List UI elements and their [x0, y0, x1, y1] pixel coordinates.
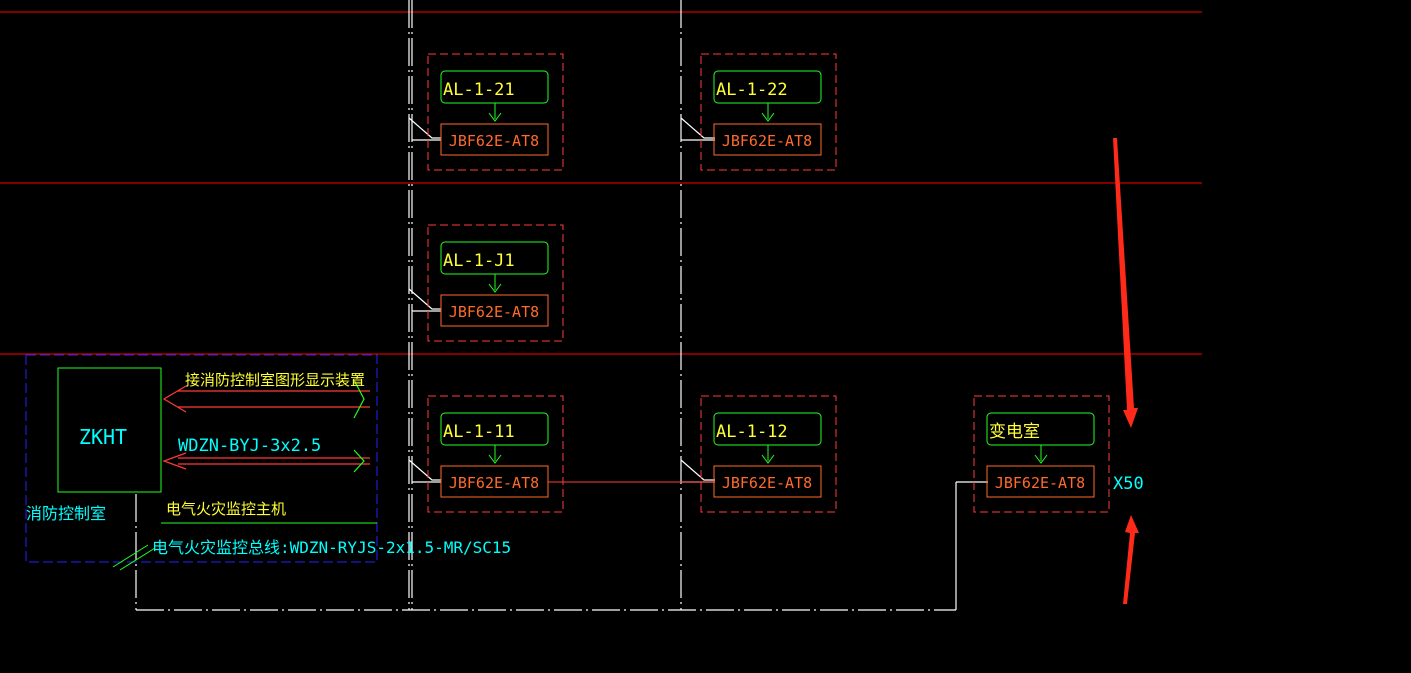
device-label: JBF62E-AT8 [449, 132, 539, 150]
branch-22 [680, 117, 715, 139]
device-label: JBF62E-AT8 [722, 132, 812, 150]
bus-label: 电气火灾监控总线:WDZN-RYJS-2x1.5-MR/SC15 [152, 538, 511, 557]
panel-label: 变电室 [989, 422, 1040, 442]
panel-6[interactable]: 变电室 JBF62E-AT8 [973, 395, 1110, 513]
arrow-down-icon [1034, 445, 1048, 464]
arrow-down-icon [488, 103, 502, 122]
zkht-host-label: ZKHT [79, 425, 127, 449]
panel-5[interactable]: AL-1-12 JBF62E-AT8 [700, 395, 837, 513]
control-room: ZKHT 消防控制室 接消防控制室图形显示装置 WDZN-BYJ-3x2.5 电… [25, 354, 511, 571]
branch-12 [680, 459, 715, 481]
device-label: JBF62E-AT8 [995, 474, 1085, 492]
branch-j1 [408, 288, 441, 310]
branch-21 [408, 117, 441, 139]
branch-11 [408, 459, 441, 481]
panel-2[interactable]: AL-1-22 JBF62E-AT8 [700, 53, 837, 171]
annotation-arrow-icon [1113, 138, 1138, 428]
panel-label: AL-1-J1 [443, 251, 515, 271]
device-label: JBF62E-AT8 [722, 474, 812, 492]
panel-4[interactable]: AL-1-11 JBF62E-AT8 [427, 395, 564, 513]
annotation-arrow-icon [1123, 515, 1139, 604]
device-label: JBF62E-AT8 [449, 303, 539, 321]
panel-label: AL-1-12 [716, 422, 788, 442]
power-cable-label: WDZN-BYJ-3x2.5 [178, 436, 321, 456]
scale-note: X50 [1113, 474, 1144, 494]
control-room-label: 消防控制室 [26, 504, 106, 523]
cad-drawing: AL-1-21JBF62E-AT8AL-1-22JBF62E-AT8AL-1-J… [0, 0, 1202, 611]
panel-3[interactable]: AL-1-J1 JBF62E-AT8 [427, 224, 564, 342]
arrow-down-icon [488, 445, 502, 464]
riser-lines [135, 0, 988, 611]
host-caption: 电气火灾监控主机 [166, 500, 286, 518]
device-label: JBF62E-AT8 [449, 474, 539, 492]
panel-1[interactable]: AL-1-21 JBF62E-AT8 [427, 53, 564, 171]
panel-label: AL-1-21 [443, 80, 515, 100]
panel-label: AL-1-11 [443, 422, 515, 442]
arrow-down-icon [488, 274, 502, 293]
floor-lines [0, 11, 1202, 355]
panel-label: AL-1-22 [716, 80, 788, 100]
arrow-down-icon [761, 445, 775, 464]
arrow-down-icon [761, 103, 775, 122]
panel-group: AL-1-21JBF62E-AT8AL-1-22JBF62E-AT8AL-1-J… [427, 53, 1110, 513]
display-link-label: 接消防控制室图形显示装置 [185, 371, 365, 389]
